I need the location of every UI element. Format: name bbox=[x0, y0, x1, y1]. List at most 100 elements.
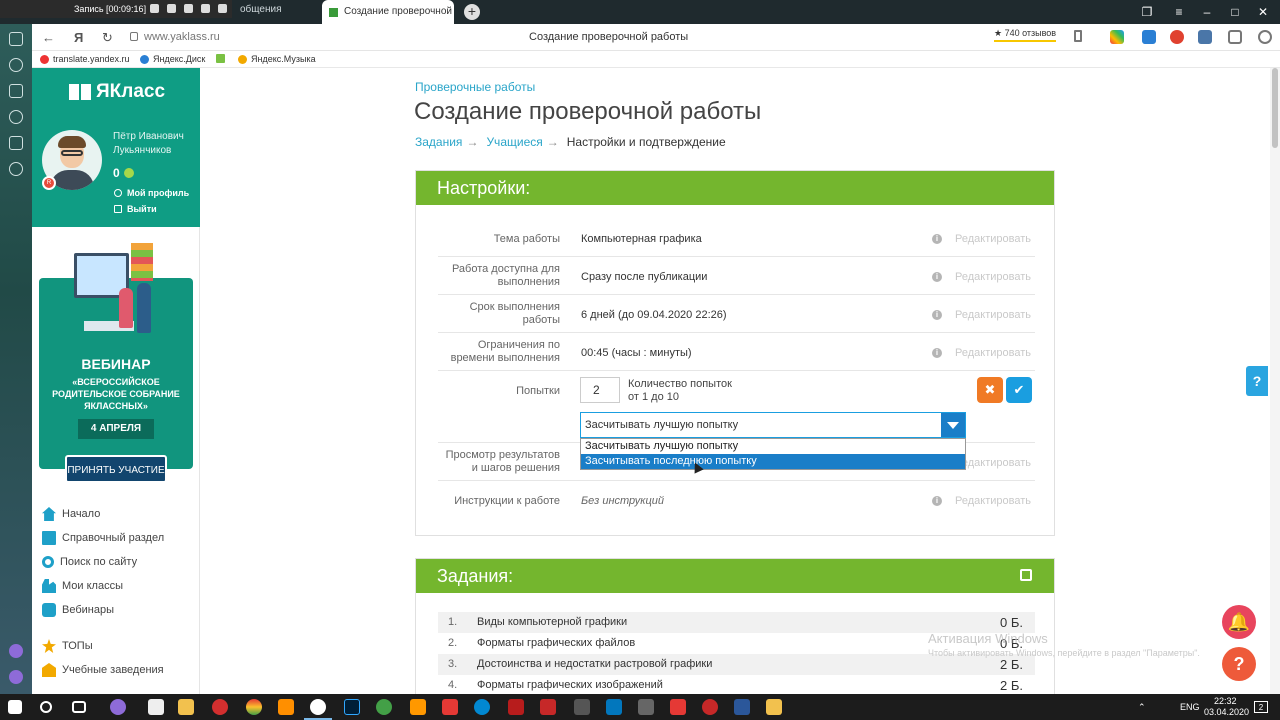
app-folder2-icon[interactable] bbox=[766, 699, 782, 715]
alice-voice-icon[interactable] bbox=[9, 670, 23, 684]
app-sw-icon[interactable] bbox=[508, 699, 524, 715]
logout-link[interactable]: Выйти bbox=[114, 204, 157, 214]
cancel-button[interactable]: ✖ bbox=[977, 377, 1003, 403]
task-view-icon[interactable] bbox=[72, 701, 86, 713]
minimize-button[interactable]: – bbox=[1200, 5, 1214, 19]
app-arrow-icon[interactable] bbox=[540, 699, 556, 715]
history-clock-icon[interactable] bbox=[9, 110, 23, 124]
new-tab-button[interactable]: + bbox=[464, 4, 480, 20]
edit-time-limit-link[interactable]: Редактировать bbox=[955, 347, 1031, 359]
confirm-button[interactable]: ✔ bbox=[1006, 377, 1032, 403]
webinar-promo[interactable]: ВЕБИНАР «ВСЕРОССИЙСКОЕ РОДИТЕЛЬСКОЕ СОБР… bbox=[39, 243, 193, 483]
play-icon[interactable] bbox=[9, 162, 23, 176]
alice-taskbar-icon[interactable] bbox=[110, 699, 126, 715]
option-last-attempt[interactable]: Засчитывать последнюю попытку bbox=[581, 454, 965, 469]
menu-icon[interactable]: ≡ bbox=[1172, 5, 1186, 19]
app-y-icon[interactable] bbox=[670, 699, 686, 715]
bookmark-music[interactable]: Яндекс.Музыка bbox=[238, 54, 316, 64]
app-tank-icon[interactable] bbox=[574, 699, 590, 715]
notification-center-icon[interactable]: 2 bbox=[1254, 701, 1268, 713]
back-arrow-icon[interactable]: ← bbox=[42, 30, 55, 45]
my-profile-link[interactable]: Мой профиль bbox=[114, 188, 189, 198]
step-tasks-link[interactable]: Задания bbox=[415, 135, 462, 149]
info-icon[interactable]: i bbox=[932, 272, 942, 282]
notifications-icon[interactable] bbox=[9, 58, 23, 72]
start-windows-icon[interactable] bbox=[8, 700, 22, 714]
close-window-button[interactable]: ✕ bbox=[1256, 5, 1270, 19]
menu-item-webinars[interactable]: Вебинары bbox=[42, 598, 164, 622]
chrome-icon[interactable] bbox=[246, 699, 262, 715]
browser-tab-old[interactable]: общения bbox=[232, 4, 318, 20]
search-icon[interactable] bbox=[40, 701, 52, 713]
recording-tools[interactable] bbox=[150, 4, 227, 13]
downloads-icon[interactable] bbox=[1258, 30, 1272, 44]
yandex-logo-icon[interactable]: Я bbox=[74, 30, 83, 45]
photoshop-icon[interactable] bbox=[344, 699, 360, 715]
app-red-icon[interactable] bbox=[212, 699, 228, 715]
table-row[interactable]: 4. Форматы графических изображений 2 Б. bbox=[438, 675, 1035, 696]
clock-date[interactable]: 03.04.2020 bbox=[1204, 707, 1249, 717]
edit-topic-link[interactable]: Редактировать bbox=[955, 233, 1031, 245]
tabs-icon[interactable]: ❐ bbox=[1140, 5, 1154, 19]
attempt-scoring-select[interactable]: Засчитывать лучшую попытку bbox=[580, 412, 966, 438]
menu-item-reference[interactable]: Справочный раздел bbox=[42, 526, 164, 550]
word-icon[interactable] bbox=[734, 699, 750, 715]
option-best-attempt[interactable]: Засчитывать лучшую попытку bbox=[581, 439, 965, 454]
info-icon[interactable]: i bbox=[932, 310, 942, 320]
favorites-star-icon[interactable] bbox=[9, 84, 23, 98]
yandex-browser-icon[interactable] bbox=[310, 699, 326, 715]
reload-icon[interactable]: ↻ bbox=[102, 30, 113, 46]
app-orange-icon[interactable] bbox=[278, 699, 294, 715]
menu-item-search[interactable]: Поиск по сайту bbox=[42, 550, 164, 574]
join-webinar-button[interactable]: ПРИНЯТЬ УЧАСТИЕ bbox=[65, 455, 167, 483]
clock-time[interactable]: 22:32 bbox=[1214, 696, 1237, 706]
folder-icon[interactable] bbox=[178, 699, 194, 715]
attempts-count-input[interactable]: 2 bbox=[580, 377, 620, 403]
help-tab-button[interactable]: ? bbox=[1246, 366, 1268, 396]
reviews-badge[interactable]: ★ 740 отзывов bbox=[994, 28, 1057, 42]
scrollbar-thumb[interactable] bbox=[1272, 68, 1278, 148]
apps-grid-icon[interactable] bbox=[9, 32, 23, 46]
app-green-icon[interactable] bbox=[376, 699, 392, 715]
edit-results-link[interactable]: Редактировать bbox=[955, 457, 1031, 469]
vk-icon[interactable] bbox=[1198, 30, 1212, 44]
extension-shield-icon[interactable] bbox=[1228, 30, 1242, 44]
extension-cloud-icon[interactable] bbox=[1142, 30, 1156, 44]
info-icon[interactable]: i bbox=[932, 234, 942, 244]
menu-item-tops[interactable]: ТОПы bbox=[42, 634, 164, 658]
url-field[interactable]: www.yaklass.ru bbox=[144, 31, 220, 43]
edit-availability-link[interactable]: Редактировать bbox=[955, 271, 1031, 283]
keyboard-language[interactable]: ENG bbox=[1180, 702, 1200, 712]
info-icon[interactable]: i bbox=[932, 348, 942, 358]
app-a-icon[interactable] bbox=[410, 699, 426, 715]
step-students-link[interactable]: Учащиеся bbox=[486, 135, 542, 149]
app-c-icon[interactable] bbox=[474, 699, 490, 715]
menu-item-home[interactable]: Начало bbox=[42, 502, 164, 526]
chevron-down-icon[interactable] bbox=[941, 413, 965, 437]
tray-arrow-icon[interactable]: ⌃ bbox=[1138, 702, 1146, 713]
app-tool-icon[interactable] bbox=[442, 699, 458, 715]
notification-bell-button[interactable]: 🔔 bbox=[1222, 605, 1256, 639]
edit-deadline-link[interactable]: Редактировать bbox=[955, 309, 1031, 321]
maximize-button[interactable]: □ bbox=[1228, 5, 1242, 19]
site-logo[interactable]: ЯКласс bbox=[69, 81, 165, 103]
info-icon[interactable]: i bbox=[932, 496, 942, 506]
app-record-icon[interactable] bbox=[702, 699, 718, 715]
menu-item-schools[interactable]: Учебные заведения bbox=[42, 658, 164, 682]
app-plane-icon[interactable] bbox=[638, 699, 654, 715]
collections-icon[interactable] bbox=[9, 136, 23, 150]
extension-target-icon[interactable] bbox=[1170, 30, 1184, 44]
support-help-button[interactable]: ? bbox=[1222, 647, 1256, 681]
bookmark-icon[interactable] bbox=[1074, 30, 1082, 42]
breadcrumb[interactable]: Проверочные работы bbox=[415, 80, 535, 94]
page-scrollbar[interactable] bbox=[1270, 68, 1280, 694]
browser-tab-active[interactable]: Создание проверочной bbox=[322, 0, 454, 24]
table-row[interactable]: 1. Виды компьютерной графики 0 Б. bbox=[438, 612, 1035, 633]
edit-instructions-link[interactable]: Редактировать bbox=[955, 495, 1031, 507]
edit-tasks-icon[interactable] bbox=[1020, 569, 1032, 581]
bookmark-translate[interactable]: translate.yandex.ru bbox=[40, 54, 130, 64]
file-icon[interactable] bbox=[148, 699, 164, 715]
app-ship-icon[interactable] bbox=[606, 699, 622, 715]
bookmark-music-apps[interactable] bbox=[216, 54, 225, 63]
bookmark-disk[interactable]: Яндекс.Диск bbox=[140, 54, 205, 64]
